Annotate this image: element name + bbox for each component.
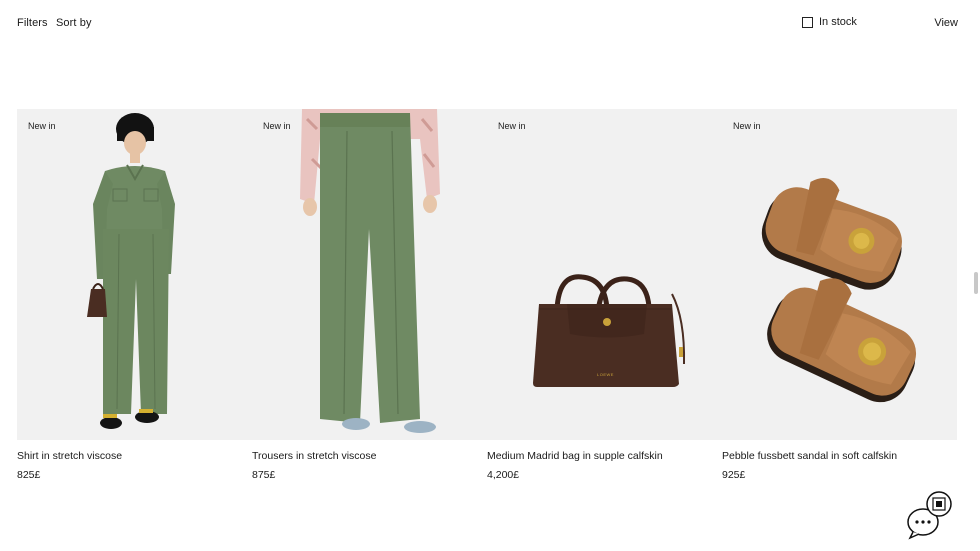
- product-card[interactable]: New in Pebble fussbett sandal in soft ca…: [722, 109, 957, 481]
- model-in-green-outfit-image: [87, 113, 175, 429]
- product-grid: New in Shirt in stretch viscose 825£ New…: [17, 109, 958, 481]
- product-name[interactable]: Trousers in stretch viscose: [252, 450, 487, 462]
- product-image-bag[interactable]: LOEWE New in: [487, 109, 722, 440]
- view-toggle-button[interactable]: View: [934, 17, 958, 29]
- new-in-badge: New in: [498, 121, 526, 131]
- product-image-shirt[interactable]: New in: [17, 109, 252, 440]
- product-price: 825£: [17, 469, 41, 481]
- product-list-toolbar: Filters Sort by In stock View: [0, 0, 980, 48]
- product-name[interactable]: Pebble fussbett sandal in soft calfskin: [722, 450, 957, 462]
- new-in-badge: New in: [733, 121, 761, 131]
- in-stock-filter[interactable]: In stock: [802, 16, 857, 28]
- product-price: 925£: [722, 469, 746, 481]
- product-name[interactable]: Shirt in stretch viscose: [17, 450, 252, 462]
- chat-bubbles-icon: [907, 491, 952, 540]
- in-stock-checkbox[interactable]: [802, 16, 813, 28]
- chat-button[interactable]: [905, 490, 955, 540]
- product-name[interactable]: Medium Madrid bag in supple calfskin: [487, 450, 722, 462]
- bag-logo-text: LOEWE: [597, 372, 614, 377]
- product-card[interactable]: LOEWE New in Medium Madrid bag in supple…: [487, 109, 722, 481]
- new-in-badge: New in: [28, 121, 56, 131]
- product-image-trousers[interactable]: New in: [252, 109, 487, 440]
- new-in-badge: New in: [263, 121, 291, 131]
- product-price: 4,200£: [487, 469, 520, 481]
- sort-by-button[interactable]: Sort by: [56, 17, 92, 29]
- filters-button[interactable]: Filters: [17, 17, 48, 29]
- tan-sandals-image: [761, 178, 917, 403]
- product-card[interactable]: New in Trousers in stretch viscose 875£: [252, 109, 487, 481]
- scrollbar-thumb[interactable]: [974, 272, 978, 294]
- product-card[interactable]: New in Shirt in stretch viscose 825£: [17, 109, 252, 481]
- product-price: 875£: [252, 469, 276, 481]
- product-image-sandal[interactable]: New in: [722, 109, 957, 440]
- in-stock-label: In stock: [819, 16, 857, 28]
- green-trousers-image: [300, 109, 440, 433]
- brown-leather-bag-image: [533, 274, 686, 387]
